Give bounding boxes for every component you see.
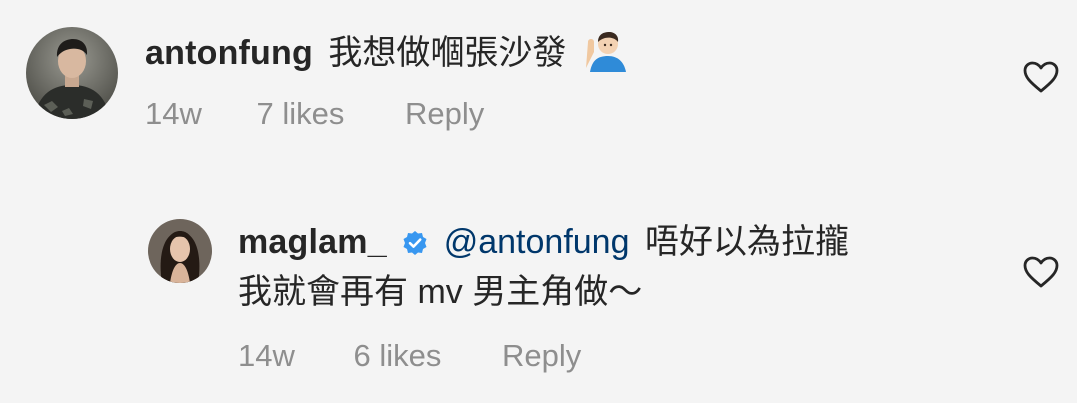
comment-item: antonfung 我想做嗰張沙發 14w 7 likes Reply: [0, 0, 1077, 160]
likes-count[interactable]: 7 likes: [257, 96, 345, 132]
comment-text-line-2: 我就會再有 mv 男主角做～: [238, 273, 643, 311]
mention-link[interactable]: @antonfung: [444, 223, 630, 261]
username[interactable]: antonfung: [145, 34, 313, 72]
timestamp: 14w: [145, 96, 202, 131]
comment-text: 我想做嗰張沙發: [328, 34, 567, 72]
reply-button[interactable]: Reply: [405, 96, 484, 132]
man-raising-hand-emoji-icon: [582, 28, 626, 72]
avatar[interactable]: [26, 27, 118, 119]
comment-text-line: antonfung 我想做嗰張沙發: [145, 28, 626, 73]
avatar[interactable]: [148, 219, 212, 283]
timestamp: 14w: [238, 338, 295, 373]
likes-count[interactable]: 6 likes: [354, 338, 442, 374]
comment-meta: 14w 7 likes Reply: [145, 96, 484, 132]
username[interactable]: maglam_: [238, 223, 387, 261]
heart-icon[interactable]: [1022, 255, 1060, 289]
comment-meta: 14w 6 likes Reply: [238, 338, 581, 374]
heart-icon[interactable]: [1022, 60, 1060, 94]
comment-text: 唔好以為拉攏: [644, 223, 849, 261]
reply-button[interactable]: Reply: [502, 338, 581, 374]
reply-comment-item: maglam_ @antonfung 唔好以為拉攏 我就會再有 mv 男主角做～…: [0, 200, 1077, 403]
comment-text-line: maglam_ @antonfung 唔好以為拉攏: [238, 222, 849, 262]
verified-badge-icon: [402, 225, 428, 255]
